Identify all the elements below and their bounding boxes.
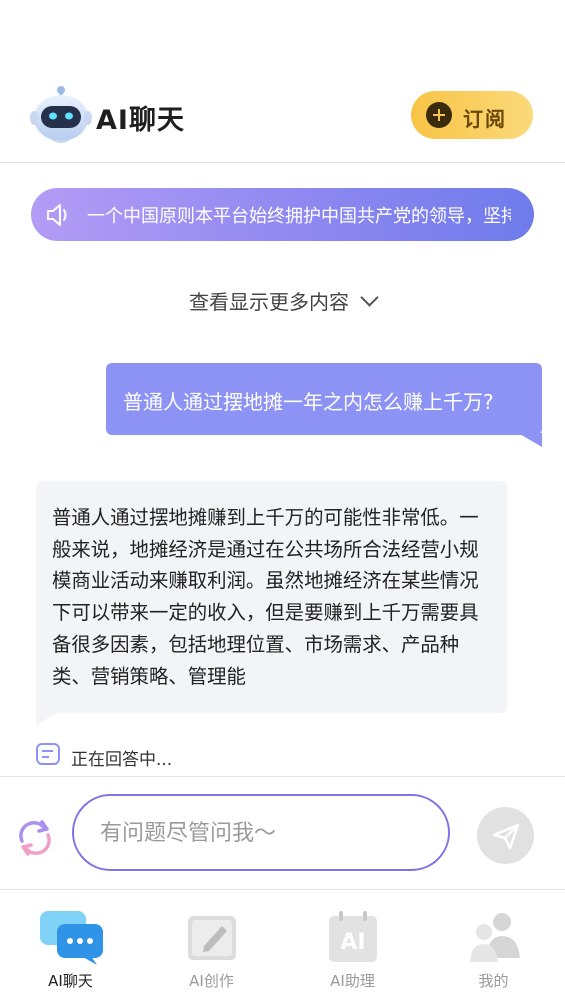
plus-icon (426, 102, 452, 128)
show-more-link[interactable]: 查看显示更多内容 (0, 286, 565, 315)
chevron-down-icon (360, 288, 379, 307)
send-button[interactable] (477, 807, 534, 864)
refresh-icon[interactable] (14, 817, 56, 859)
notice-banner[interactable]: 一个中国原则本平台始终拥护中国共产党的领导，坚持 (31, 188, 534, 241)
header: AI聊天 订阅 (0, 0, 565, 163)
tab-label: AI助理 (330, 972, 375, 990)
subscribe-button[interactable]: 订阅 (411, 91, 533, 139)
bottom-tab-bar: AI聊天 AI创作 AI AI助理 我的 (0, 889, 565, 1005)
user-message-bubble: 普通人通过摆地摊一年之内怎么赚上千万? (106, 363, 542, 447)
show-more-label: 查看显示更多内容 (189, 290, 349, 314)
ai-message-text: 普通人通过摆地摊赚到上千万的可能性非常低。一般来说，地摊经济是通过在公共场所合法… (52, 506, 479, 688)
subscribe-label: 订阅 (463, 107, 507, 131)
question-input[interactable] (98, 814, 422, 852)
input-bar (0, 776, 565, 890)
tab-mine[interactable]: 我的 (423, 890, 564, 1005)
send-icon (492, 823, 520, 850)
notebook-pen-icon (188, 916, 236, 960)
tab-label: AI聊天 (48, 972, 93, 990)
user-message-text: 普通人通过摆地摊一年之内怎么赚上千万? (123, 390, 494, 414)
tab-ai-create[interactable]: AI创作 (141, 890, 282, 1005)
users-icon (470, 913, 520, 962)
tab-ai-assistant[interactable]: AI AI助理 (282, 890, 423, 1005)
message-icon (36, 743, 60, 765)
question-input-box[interactable] (72, 794, 450, 871)
speaker-icon (47, 204, 67, 226)
robot-logo-icon (30, 86, 92, 143)
tab-label: 我的 (478, 972, 509, 990)
answering-status-text: 正在回答中... (71, 750, 173, 770)
ai-message-bubble: 普通人通过摆地摊赚到上千万的可能性非常低。一般来说，地摊经济是通过在公共场所合法… (36, 481, 507, 725)
chat-bubbles-icon (40, 911, 103, 965)
tab-ai-chat[interactable]: AI聊天 (0, 890, 141, 1005)
app-title: AI聊天 (96, 105, 185, 136)
ai-calendar-icon: AI (329, 911, 377, 962)
notice-text: 一个中国原则本平台始终拥护中国共产党的领导，坚持 (87, 206, 511, 227)
tab-label: AI创作 (189, 972, 234, 990)
svg-text:AI: AI (340, 930, 365, 955)
